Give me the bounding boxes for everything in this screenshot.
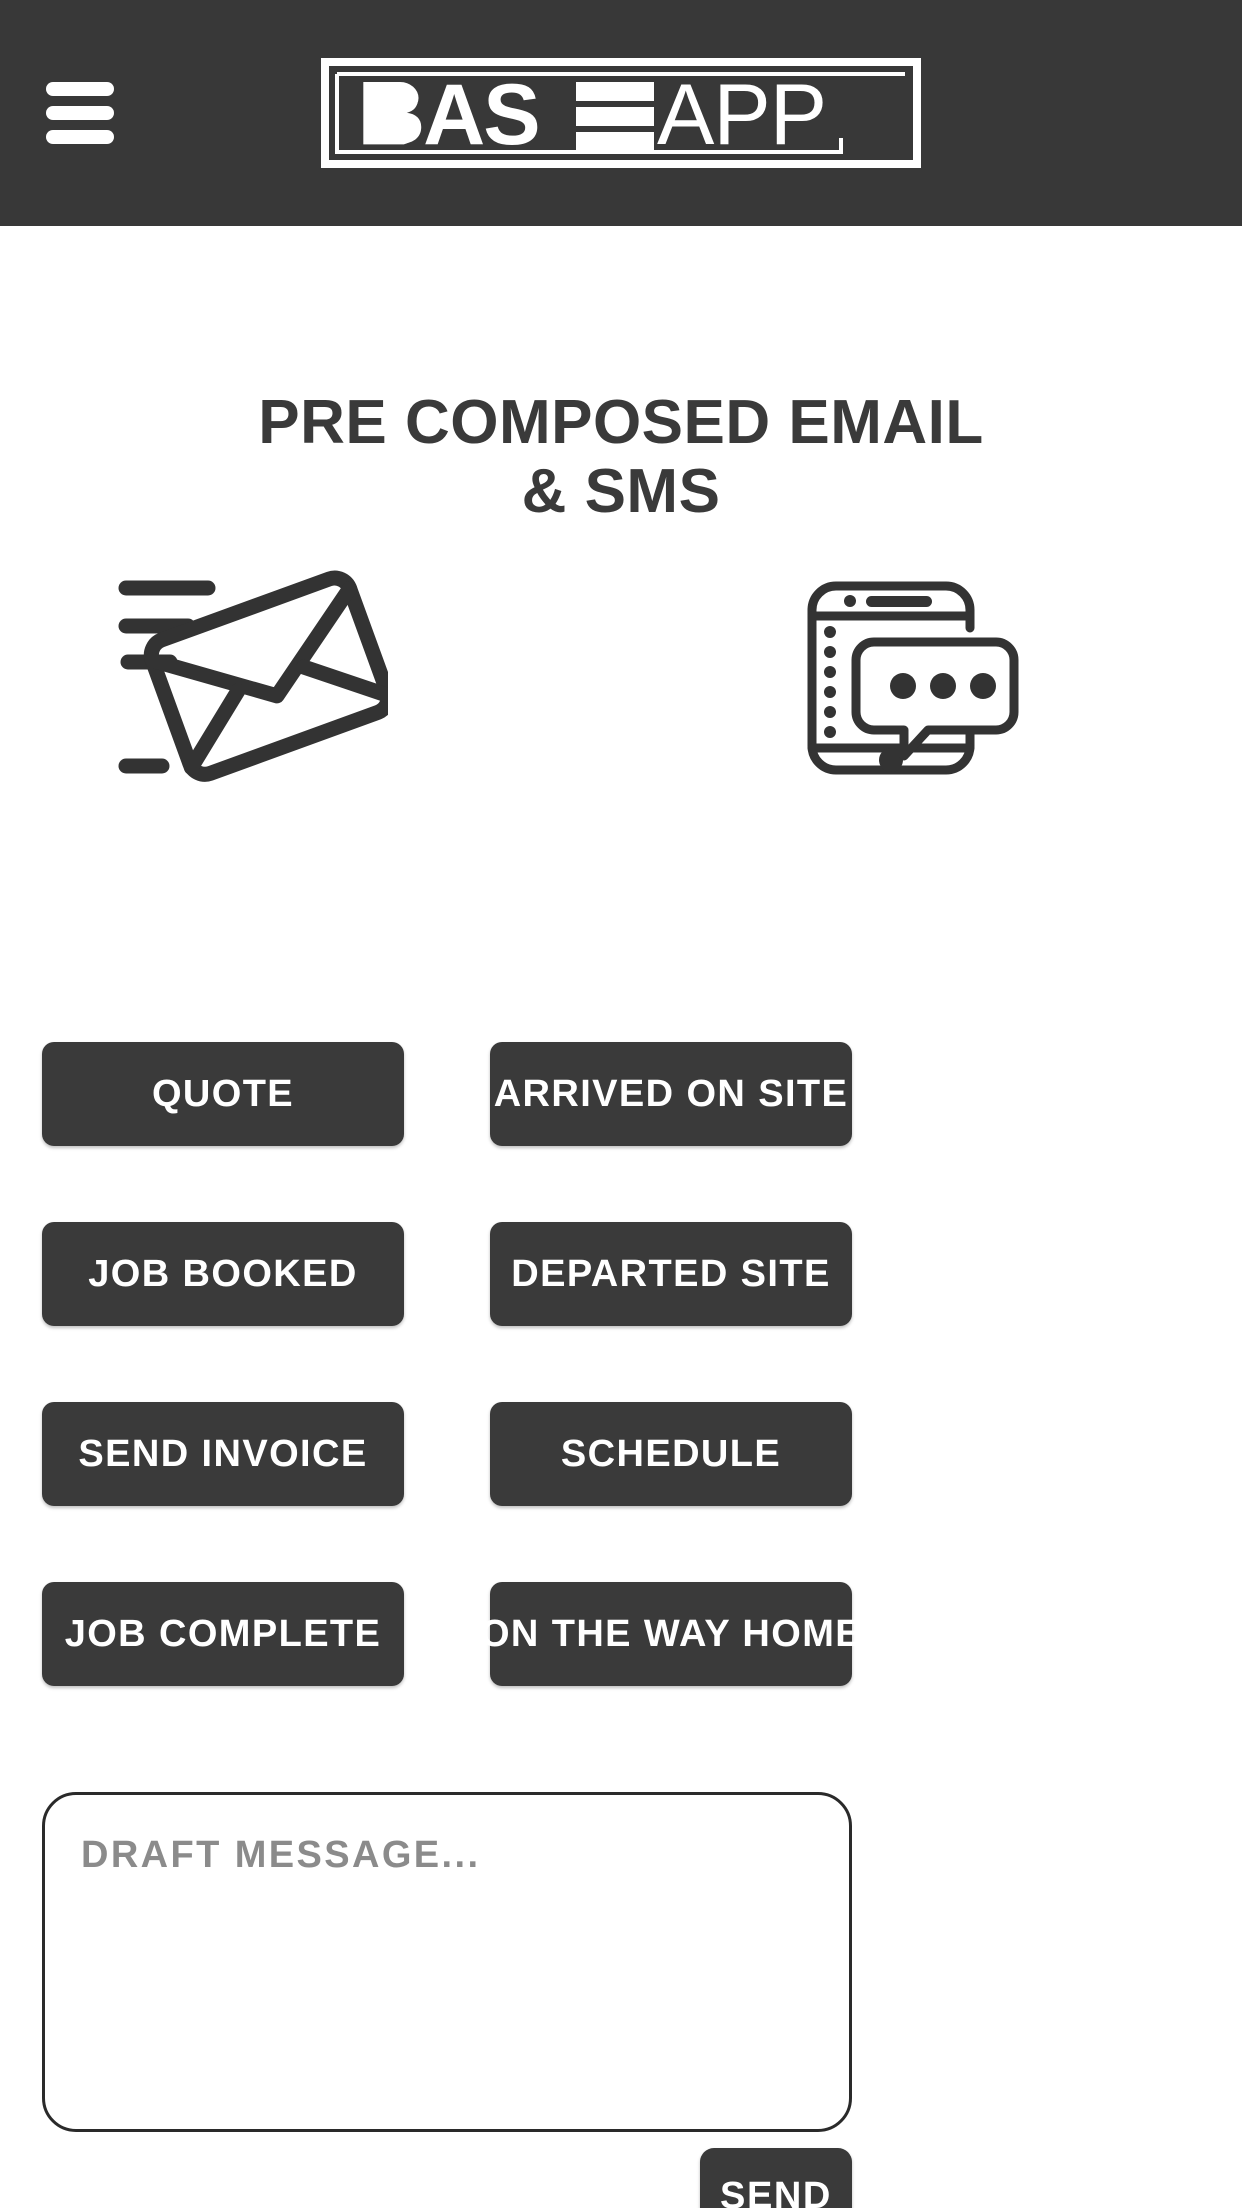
job-booked-button[interactable]: JOB BOOKED [42,1222,404,1326]
app-logo[interactable]: BAS APP BASEAPP [321,58,921,173]
hamburger-menu-icon[interactable] [46,82,114,144]
page-title-line-1: PRE COMPOSED EMAIL [258,388,984,457]
hamburger-bar-1 [46,82,114,96]
phone-sms-bubble-icon [790,570,1020,790]
send-invoice-button[interactable]: SEND INVOICE [42,1402,404,1506]
on-the-way-home-button[interactable]: ON THE WAY HOME [480,1582,861,1686]
draft-message-input[interactable]: DRAFT MESSAGE... [42,1792,852,2132]
quote-button[interactable]: QUOTE [42,1042,404,1146]
action-button-grid: QUOTE ARRIVED ON SITE JOB BOOKED DEPARTE… [0,1042,1242,1762]
schedule-button[interactable]: SCHEDULE [490,1402,852,1506]
app-screen: BAS APP BASEAPP PRE COMPOSED EMAIL & SMS [0,0,1242,2208]
page-title-line-2: & SMS [521,457,721,527]
action-row-3: SEND INVOICE SCHEDULE [0,1402,1242,1582]
action-row-4: JOB COMPLETE ON THE WAY HOME [0,1582,1242,1762]
hamburger-bar-3 [46,130,114,144]
departed-site-button[interactable]: DEPARTED SITE [490,1222,852,1326]
action-row-2: JOB BOOKED DEPARTED SITE [0,1222,1242,1402]
send-button[interactable]: SEND [700,2148,852,2208]
job-complete-button[interactable]: JOB COMPLETE [42,1582,404,1686]
arrived-on-site-button[interactable]: ARRIVED ON SITE [490,1042,852,1146]
draft-message-placeholder: DRAFT MESSAGE... [81,1834,481,1876]
app-header: BAS APP BASEAPP [0,0,1242,226]
icons-row [0,560,1242,880]
page-title: PRE COMPOSED EMAIL & SMS [0,388,1242,527]
svg-text:APP: APP [657,67,826,163]
hamburger-bar-2 [46,106,114,120]
action-row-1: QUOTE ARRIVED ON SITE [0,1042,1242,1222]
svg-text:BAS: BAS [363,67,539,163]
fast-envelope-icon [118,570,397,805]
